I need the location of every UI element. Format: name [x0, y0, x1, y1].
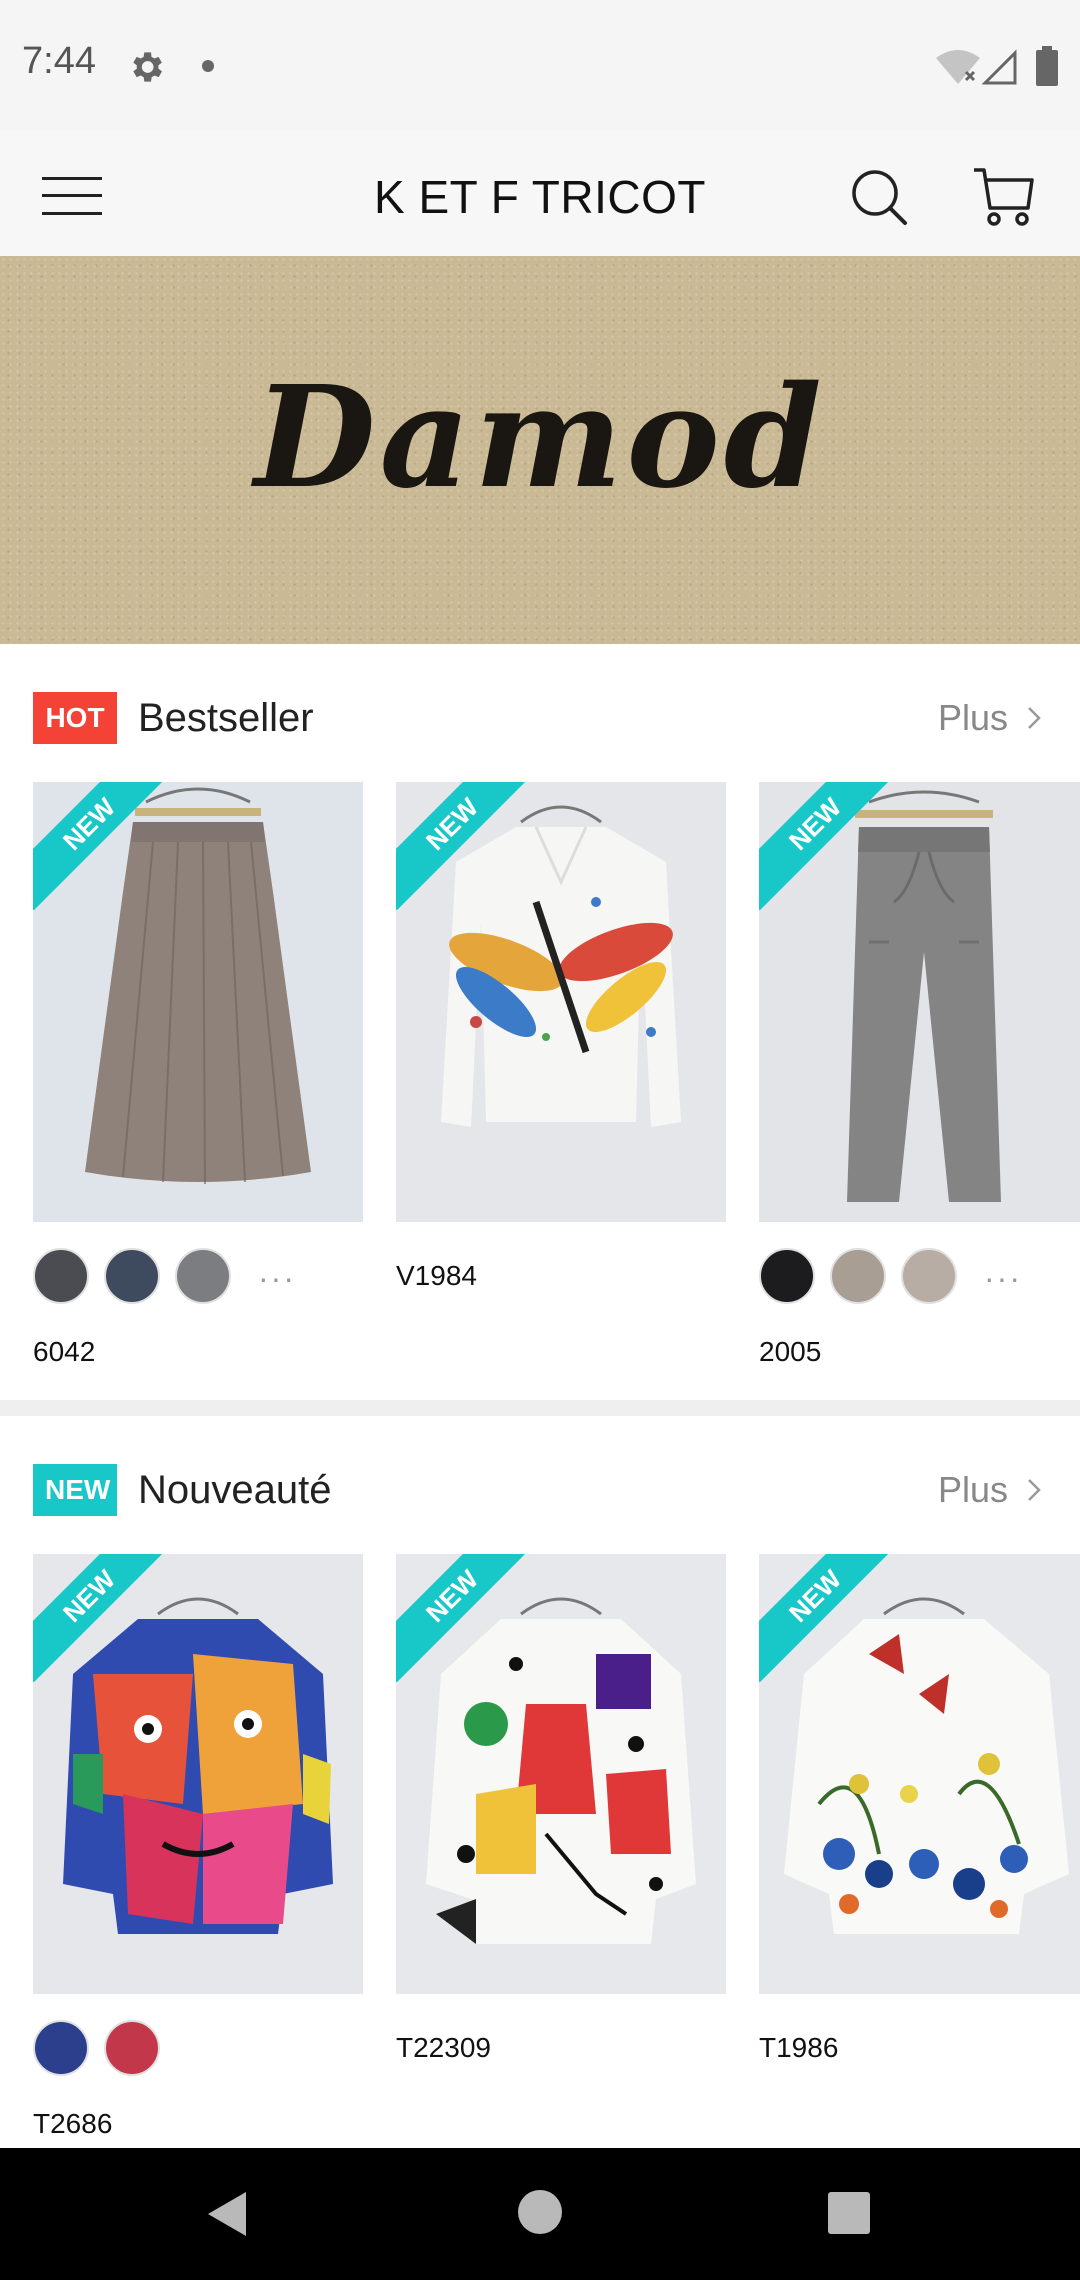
color-swatches — [33, 2020, 363, 2076]
color-swatch[interactable] — [175, 1248, 231, 1304]
product-row: NEW ··· 6042 NEW V1984 NEW ··· 2005 — [0, 782, 1080, 1382]
signal-icon — [982, 49, 1017, 85]
product-image[interactable]: NEW — [759, 782, 1080, 1222]
bestseller-more-link[interactable]: Plus — [938, 692, 1046, 744]
status-bar: 7:44 — [0, 0, 1080, 130]
color-swatch[interactable] — [33, 1248, 89, 1304]
cart-icon[interactable] — [972, 164, 1036, 228]
product-image[interactable]: NEW — [33, 782, 363, 1222]
more-swatches-icon[interactable]: ··· — [984, 1260, 1022, 1297]
wifi-off-icon — [936, 50, 980, 84]
product-card[interactable]: NEW T22309 — [396, 1554, 726, 2063]
color-swatches: ··· — [33, 1248, 363, 1304]
status-time: 7:44 — [22, 40, 96, 82]
product-card[interactable]: NEW T2686 — [33, 1554, 363, 2139]
product-card[interactable]: NEW ··· 6042 — [33, 782, 363, 1367]
home-icon[interactable] — [518, 2190, 562, 2234]
notification-dot-icon — [202, 60, 214, 72]
color-swatches: ··· — [759, 1248, 1080, 1304]
color-swatch[interactable] — [830, 1248, 886, 1304]
product-card[interactable]: NEW ··· 2005 — [759, 782, 1080, 1367]
app-header: K ET F TRICOT — [0, 130, 1080, 256]
promo-banner[interactable]: Damod — [0, 256, 1080, 644]
gear-icon — [133, 52, 162, 82]
product-image[interactable]: NEW — [759, 1554, 1080, 1994]
product-image[interactable]: NEW — [396, 782, 726, 1222]
section-title: Bestseller — [138, 696, 314, 740]
product-row: NEW T2686 NEW T22309 NEW T1986 — [0, 1554, 1080, 2154]
new-badge: NEW — [33, 1464, 117, 1516]
search-icon[interactable] — [850, 168, 910, 228]
product-code: T1986 — [759, 2032, 839, 2063]
back-icon[interactable] — [204, 2190, 250, 2238]
product-code: V1984 — [396, 1260, 477, 1291]
bestseller-section: HOT Bestseller Plus NEW ··· 6042 NEW V19… — [0, 644, 1080, 1400]
color-swatch[interactable] — [901, 1248, 957, 1304]
product-code: T22309 — [396, 2032, 491, 2063]
section-header: HOT Bestseller Plus — [0, 690, 1080, 746]
product-card[interactable]: NEW V1984 — [396, 782, 726, 1291]
hot-badge: HOT — [33, 692, 117, 744]
more-label: Plus — [937, 1469, 1008, 1510]
color-swatch[interactable] — [33, 2020, 89, 2076]
nouveaute-section: NEW Nouveauté Plus NEW T2686 NEW T22309 … — [0, 1416, 1080, 2146]
product-image[interactable]: NEW — [396, 1554, 726, 1994]
product-card[interactable]: NEW T1986 — [759, 1554, 1080, 2063]
product-code: T2686 — [33, 2108, 113, 2139]
product-image[interactable]: NEW — [33, 1554, 363, 1994]
more-label: Plus — [937, 697, 1008, 738]
chevron-right-icon — [1028, 1479, 1041, 1501]
chevron-right-icon — [1028, 707, 1041, 729]
section-divider — [0, 1400, 1080, 1416]
color-swatch[interactable] — [104, 2020, 160, 2076]
color-swatch[interactable] — [104, 1248, 160, 1304]
system-nav-bar — [0, 2148, 1080, 2280]
product-code: 2005 — [759, 1336, 822, 1367]
section-header: NEW Nouveauté Plus — [0, 1462, 1080, 1518]
store-title: K ET F TRICOT — [374, 171, 706, 223]
banner-text: Damod — [254, 356, 826, 520]
nouveaute-more-link[interactable]: Plus — [938, 1464, 1046, 1516]
recents-icon[interactable] — [828, 2192, 870, 2234]
more-swatches-icon[interactable]: ··· — [258, 1260, 296, 1297]
section-title: Nouveauté — [138, 1468, 332, 1512]
product-code: 6042 — [33, 1336, 96, 1367]
battery-icon — [1036, 46, 1058, 86]
color-swatch[interactable] — [759, 1248, 815, 1304]
